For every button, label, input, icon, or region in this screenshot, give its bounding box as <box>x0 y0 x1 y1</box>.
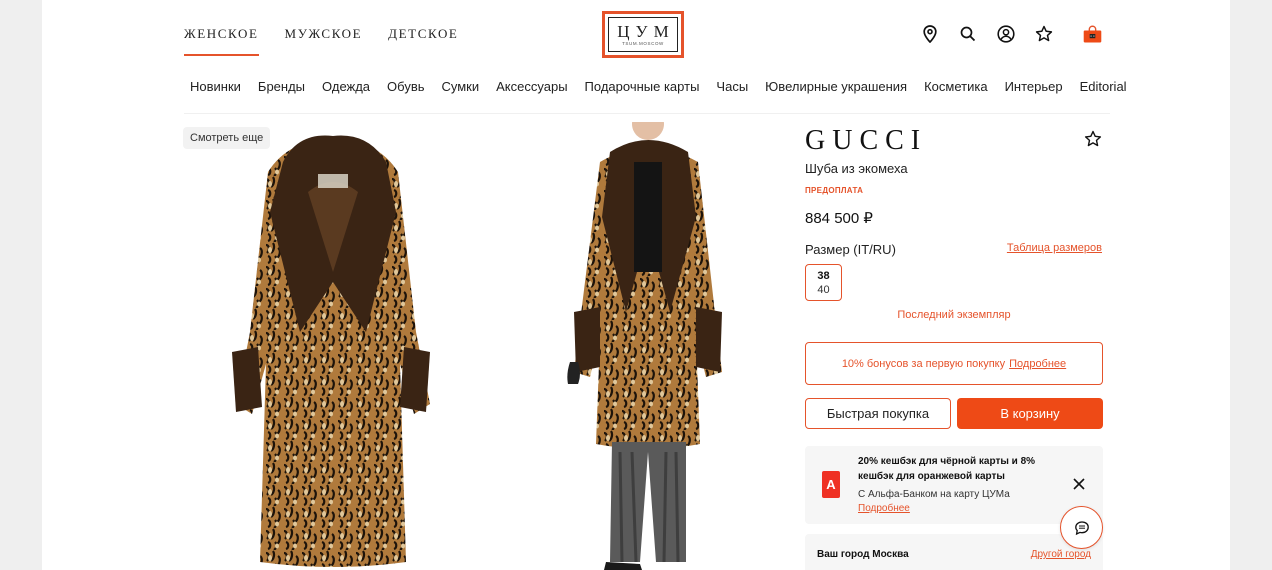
add-to-favorites-icon[interactable] <box>1084 130 1104 150</box>
category-bags[interactable]: Сумки <box>442 79 480 94</box>
favorites-icon[interactable] <box>1034 23 1053 45</box>
category-clothing[interactable]: Одежда <box>322 79 370 94</box>
alfa-letter: А <box>826 477 836 492</box>
chat-icon <box>1074 520 1089 535</box>
alfa-bank-logo: А <box>822 471 840 498</box>
category-editorial[interactable]: Editorial <box>1080 79 1127 94</box>
promo-more-link[interactable]: Подробнее <box>858 503 910 514</box>
logo-subtext: TSUM.MOSCOW <box>622 40 664 46</box>
category-interior[interactable]: Интерьер <box>1005 79 1063 94</box>
alfa-promo-card: А 20% кешбэк для чёрной карты и 8% кешбэ… <box>805 446 1103 524</box>
close-icon[interactable] <box>1071 476 1087 492</box>
cart-icon[interactable] <box>1083 23 1102 45</box>
category-gift-cards[interactable]: Подарочные карты <box>585 79 700 94</box>
category-nav: Новинки Бренды Одежда Обувь Сумки Аксесс… <box>190 79 1127 94</box>
logo-text: ЦУМ <box>617 21 675 41</box>
account-icon[interactable] <box>996 23 1015 45</box>
category-cosmetics[interactable]: Косметика <box>924 79 987 94</box>
product-photo-flat[interactable] <box>228 132 438 570</box>
city-selector: Ваш город Москва Другой город <box>805 534 1103 570</box>
category-brands[interactable]: Бренды <box>258 79 305 94</box>
size-label: Размер (IT/RU) <box>805 242 896 257</box>
tab-men[interactable]: МУЖСКОЕ <box>285 26 363 56</box>
bonus-text: 10% бонусов за первую покупку <box>841 357 1006 370</box>
header-divider <box>184 113 1110 114</box>
last-item-notice: Последний экземпляр <box>897 309 1011 321</box>
change-city-link[interactable]: Другой город <box>1031 549 1091 560</box>
add-to-cart-button[interactable]: В корзину <box>957 398 1103 429</box>
size-ru: 40 <box>817 283 830 296</box>
product-brand[interactable]: GUCCI <box>805 125 927 157</box>
header-icons <box>920 23 1102 45</box>
bonus-banner: 10% бонусов за первую покупку Подробнее <box>805 342 1103 385</box>
tab-kids[interactable]: ДЕТСКОЕ <box>388 26 458 56</box>
prepay-badge: ПРЕДОПЛАТА <box>805 186 864 195</box>
category-shoes[interactable]: Обувь <box>387 79 424 94</box>
category-watches[interactable]: Часы <box>716 79 748 94</box>
chat-button[interactable] <box>1060 506 1103 549</box>
bonus-more-link[interactable]: Подробнее <box>1009 358 1066 370</box>
product-name: Шуба из экомеха <box>805 161 908 176</box>
size-it: 38 <box>817 269 830 282</box>
tab-women[interactable]: ЖЕНСКОЕ <box>184 26 259 56</box>
search-icon[interactable] <box>958 23 977 45</box>
promo-text: С Альфа-Банком на карту ЦУМа <box>858 489 1010 500</box>
city-label: Ваш город Москва <box>817 549 909 560</box>
category-new[interactable]: Новинки <box>190 79 241 94</box>
location-icon[interactable] <box>920 23 939 45</box>
gender-nav: ЖЕНСКОЕ МУЖСКОЕ ДЕТСКОЕ <box>184 26 458 56</box>
promo-title: 20% кешбэк для чёрной карты и 8% кешбэк … <box>858 456 1036 482</box>
quick-buy-button[interactable]: Быстрая покупка <box>805 398 951 429</box>
category-accessories[interactable]: Аксессуары <box>496 79 567 94</box>
page: ЖЕНСКОЕ МУЖСКОЕ ДЕТСКОЕ ЦУМ TSUM.MOSCOW … <box>42 0 1230 570</box>
logo-frame: ЦУМ TSUM.MOSCOW <box>608 17 678 52</box>
product-photo-model[interactable] <box>548 122 740 570</box>
size-option-38[interactable]: 38 40 <box>805 264 842 301</box>
tsum-logo[interactable]: ЦУМ TSUM.MOSCOW <box>602 11 684 58</box>
product-price: 884 500 ₽ <box>805 210 873 227</box>
category-jewelry[interactable]: Ювелирные украшения <box>765 79 907 94</box>
size-table-link[interactable]: Таблица размеров <box>1007 242 1102 254</box>
